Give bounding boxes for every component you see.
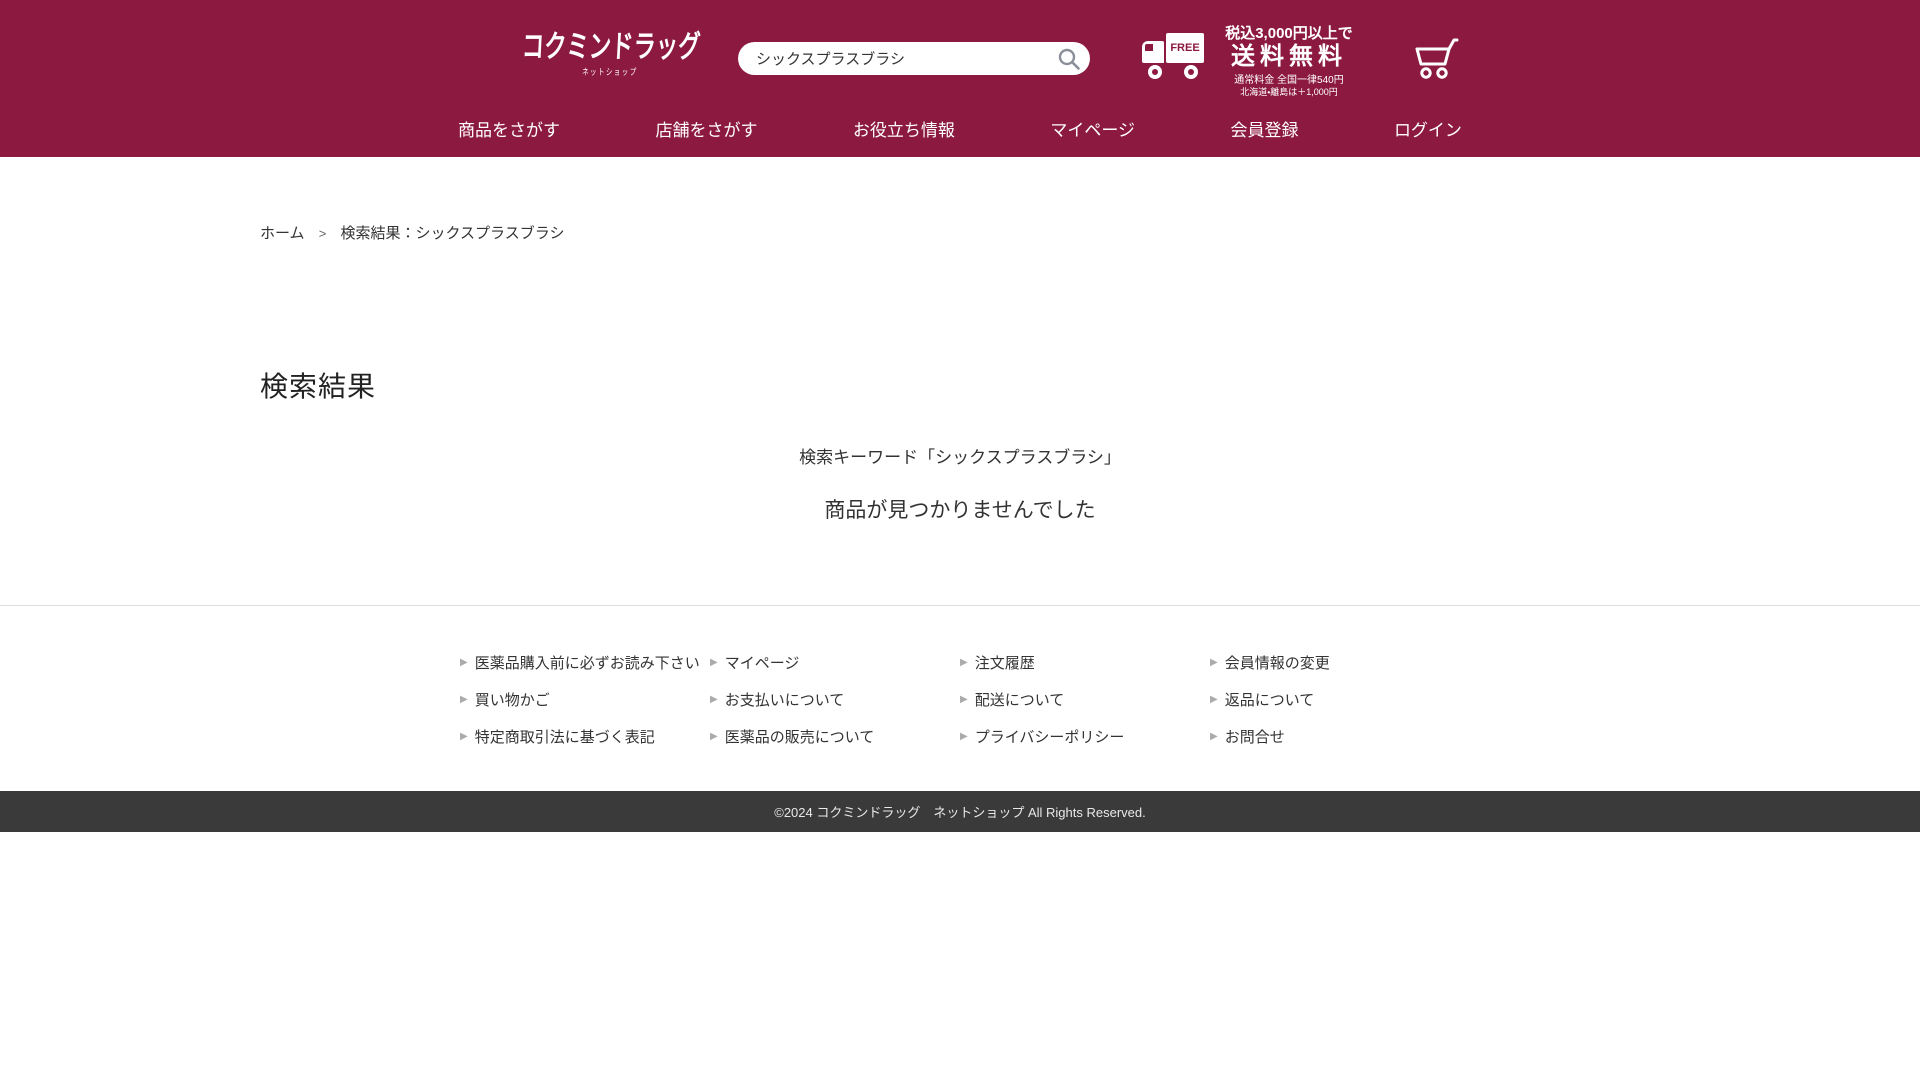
shipping-free-text: 送料無料 — [1231, 43, 1347, 71]
footer-link-delivery[interactable]: ▶ 配送について — [960, 689, 1210, 710]
footer-link-payment[interactable]: ▶ お支払いについて — [710, 689, 960, 710]
footer-link-drug-sales[interactable]: ▶ 医薬品の販売について — [710, 726, 960, 747]
arrow-icon: ▶ — [710, 693, 718, 705]
site-logo-title: コクミンドラッグ — [521, 29, 702, 64]
shipping-normal-fee: 通常料金 全国一律540円 — [1234, 74, 1344, 86]
breadcrumb-current: 検索結果：シックスプラスブラシ — [340, 225, 565, 242]
breadcrumb: ホーム > 検索結果：シックスプラスブラシ — [260, 157, 1660, 243]
nav-item-register[interactable]: 会員登録 — [1230, 116, 1298, 141]
site-header: コクミンドラッグ ネットショップ FREE 税込3,000円以上で 送料無料 — [0, 0, 1920, 157]
arrow-icon: ▶ — [960, 656, 968, 668]
nav-item-products[interactable]: 商品をさがす — [458, 116, 560, 141]
footer-column-4: ▶ 会員情報の変更 ▶ 返品について ▶ お問合せ — [1210, 652, 1460, 747]
footer-link-contact[interactable]: ▶ お問合せ — [1210, 726, 1460, 747]
footer-link-returns[interactable]: ▶ 返品について — [1210, 689, 1460, 710]
free-label: FREE — [1166, 33, 1204, 63]
search-icon[interactable] — [1056, 46, 1082, 72]
footer-link-mypage[interactable]: ▶ マイページ — [710, 652, 960, 673]
free-shipping-banner: FREE 税込3,000円以上で 送料無料 通常料金 全国一律540円 北海道・… — [1140, 25, 1364, 98]
arrow-icon: ▶ — [460, 693, 468, 705]
footer-column-2: ▶ マイページ ▶ お支払いについて ▶ 医薬品の販売について — [710, 652, 960, 747]
arrow-icon: ▶ — [1210, 656, 1218, 668]
footer-column-1: ▶ 医薬品購入前に必ずお読み下さい ▶ 買い物かご ▶ 特定商取引法に基づく表記 — [460, 652, 710, 747]
arrow-icon: ▶ — [960, 730, 968, 742]
search-input[interactable] — [738, 42, 1090, 75]
arrow-icon: ▶ — [460, 730, 468, 742]
nav-item-useful-info[interactable]: お役立ち情報 — [853, 116, 955, 141]
nav-item-login[interactable]: ログイン — [1394, 116, 1462, 141]
footer-column-3: ▶ 注文履歴 ▶ 配送について ▶ プライバシーポリシー — [960, 652, 1210, 747]
arrow-icon: ▶ — [960, 693, 968, 705]
arrow-icon: ▶ — [1210, 730, 1218, 742]
footer-link-commercial-law[interactable]: ▶ 特定商取引法に基づく表記 — [460, 726, 710, 747]
footer-link-member-info[interactable]: ▶ 会員情報の変更 — [1210, 652, 1460, 673]
arrow-icon: ▶ — [710, 730, 718, 742]
shipping-threshold: 税込3,000円以上で — [1225, 25, 1353, 42]
search-keyword-line: 検索キーワード「シックスプラスブラシ」 — [799, 448, 1121, 467]
copyright-text: ©2024 コクミンドラッグ ネットショップ All Rights Reserv… — [774, 805, 1146, 820]
footer-link-privacy-policy[interactable]: ▶ プライバシーポリシー — [960, 726, 1210, 747]
breadcrumb-home[interactable]: ホーム — [260, 225, 305, 242]
arrow-icon: ▶ — [1210, 693, 1218, 705]
main-content: ホーム > 検索結果：シックスプラスブラシ 検索結果 検索キーワード「シックスプ… — [260, 157, 1660, 605]
copyright-bar: ©2024 コクミンドラッグ ネットショップ All Rights Reserv… — [0, 791, 1920, 832]
footer-link-order-history[interactable]: ▶ 注文履歴 — [960, 652, 1210, 673]
nav-item-stores[interactable]: 店舗をさがす — [655, 116, 757, 141]
no-results-message: 商品が見つかりませんでした — [824, 499, 1096, 522]
footer-link-before-purchase[interactable]: ▶ 医薬品購入前に必ずお読み下さい — [460, 652, 710, 673]
site-logo-subtitle: ネットショップ — [581, 67, 638, 78]
breadcrumb-separator: > — [318, 226, 327, 241]
shipping-text: 税込3,000円以上で 送料無料 通常料金 全国一律540円 北海道・離島は＋1… — [1214, 25, 1364, 98]
search-bar — [738, 42, 1090, 75]
cart-icon[interactable] — [1408, 34, 1460, 82]
shipping-remote-fee: 北海道・離島は＋1,000円 — [1240, 87, 1338, 98]
site-logo[interactable]: コクミンドラッグ ネットショップ — [520, 29, 702, 78]
nav-item-mypage[interactable]: マイページ — [1050, 116, 1135, 141]
main-nav: 商品をさがす 店舗をさがす お役立ち情報 マイページ 会員登録 ログイン — [0, 100, 1920, 157]
site-footer: ▶ 医薬品購入前に必ずお読み下さい ▶ 買い物かご ▶ 特定商取引法に基づく表記 ▶ マ… — [0, 605, 1920, 832]
arrow-icon: ▶ — [710, 656, 718, 668]
page-title: 検索結果 — [260, 371, 377, 402]
footer-link-cart[interactable]: ▶ 買い物かご — [460, 689, 710, 710]
arrow-icon: ▶ — [460, 656, 468, 668]
delivery-truck-icon: FREE — [1140, 33, 1204, 83]
